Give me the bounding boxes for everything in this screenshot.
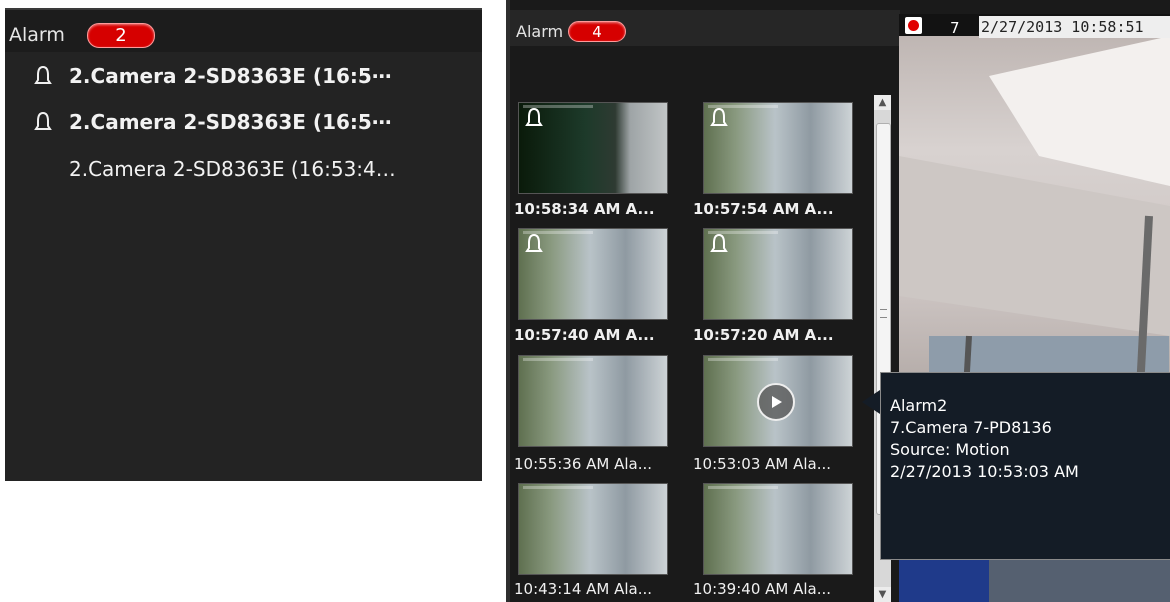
thumbnail-caption: 10:39:40 AM Ala... <box>693 580 832 598</box>
tooltip-alarm-name: Alarm2 <box>890 396 948 415</box>
tooltip-time: 2/27/2013 10:53:03 AM <box>890 462 1079 481</box>
alarm-item-label: 2.Camera 2-SD8363E (16:53:4… <box>69 157 396 181</box>
tooltip-pointer <box>862 390 880 414</box>
alarm-item-label: 2.Camera 2-SD8363E (16:5⋯ <box>69 110 392 134</box>
thumbnail-caption: 10:43:14 AM Ala... <box>514 580 653 598</box>
alarm-thumbnail[interactable] <box>703 228 853 320</box>
bell-icon <box>710 233 728 252</box>
bell-icon <box>525 107 543 126</box>
thumbnail-caption: 10:57:20 AM A... <box>693 326 834 344</box>
grip-icon <box>880 309 887 318</box>
camera-timestamp: 2/27/2013 10:58:51 <box>979 16 1170 38</box>
scroll-down-arrow-icon[interactable]: ▼ <box>874 587 891 602</box>
thumbnail-caption: 10:57:40 AM A... <box>514 326 655 344</box>
thumbnail-caption: 10:57:54 AM A... <box>693 200 834 218</box>
bell-icon <box>525 233 543 252</box>
scroll-up-arrow-icon[interactable]: ▲ <box>874 95 891 110</box>
thumbnail-caption: 10:55:36 AM Ala... <box>514 455 653 473</box>
bell-icon <box>34 65 52 84</box>
tooltip-source: Source: Motion <box>890 440 1010 459</box>
alarm-thumbnail[interactable] <box>518 355 668 447</box>
panel-divider <box>506 0 510 602</box>
alarm-list-item[interactable]: 2.Camera 2-SD8363E (16:53:4… <box>5 154 482 184</box>
alarm-thumbnail[interactable] <box>703 483 853 575</box>
bell-icon <box>710 107 728 126</box>
thumbnail-overlay-text <box>523 358 593 361</box>
alarm-title: Alarm <box>516 22 564 41</box>
record-icon[interactable] <box>905 17 922 34</box>
alarm-header[interactable]: Alarm 2 <box>5 10 482 52</box>
thumbnail-overlay-text <box>523 486 593 489</box>
alarm-thumbnail[interactable] <box>703 355 853 447</box>
alarm-count-badge: 2 <box>87 23 155 48</box>
left-alarm-panel: Alarm 2 2.Camera 2-SD8363E (16:5⋯ 2.Came… <box>5 8 482 481</box>
alarm-thumbnail[interactable] <box>518 102 668 194</box>
alarm-item-label: 2.Camera 2-SD8363E (16:5⋯ <box>69 64 392 88</box>
alarm-thumbnail[interactable] <box>518 228 668 320</box>
thumbnail-caption: 10:58:34 AM A... <box>514 200 655 218</box>
alarm-header[interactable]: Alarm 4 <box>510 10 900 46</box>
alarm-thumbnail[interactable] <box>703 102 853 194</box>
alarm-list-item[interactable]: 2.Camera 2-SD8363E (16:5⋯ <box>5 61 482 91</box>
play-triangle <box>772 396 782 408</box>
tooltip-camera: 7.Camera 7-PD8136 <box>890 418 1052 437</box>
thumbnail-overlay-text <box>708 486 778 489</box>
thumbnail-caption: 10:53:03 AM Ala... <box>693 455 832 473</box>
alarm-tooltip: Alarm2 7.Camera 7-PD8136 Source: Motion … <box>880 372 1170 560</box>
alarm-count-badge: 4 <box>568 21 626 42</box>
alarm-list-item[interactable]: 2.Camera 2-SD8363E (16:5⋯ <box>5 107 482 137</box>
thumbnail-overlay-text <box>708 358 778 361</box>
alarm-thumbnail[interactable] <box>518 483 668 575</box>
play-icon[interactable] <box>757 383 795 421</box>
alarm-title: Alarm <box>9 24 65 46</box>
camera-channel-number: 7 <box>950 19 960 37</box>
bell-icon <box>34 111 52 130</box>
